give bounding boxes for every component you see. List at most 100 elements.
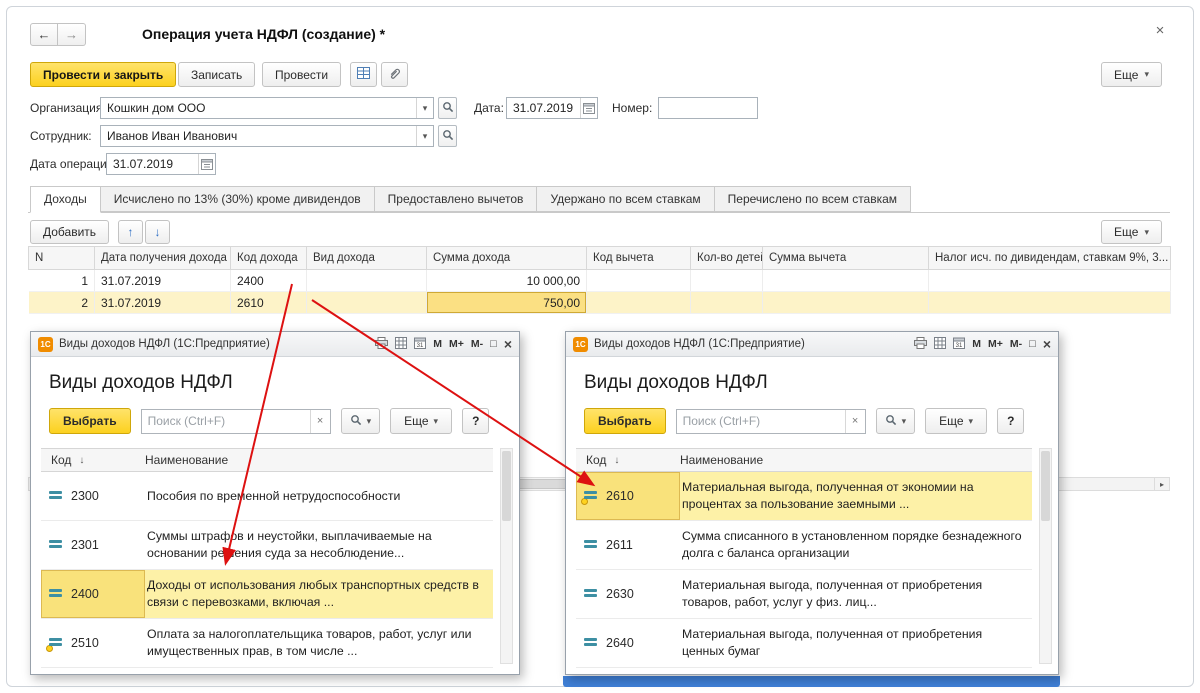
- maximize-icon[interactable]: □: [490, 338, 497, 350]
- code-cell[interactable]: 2610: [576, 472, 680, 520]
- move-down-button[interactable]: ↓: [145, 220, 170, 244]
- print-icon[interactable]: [375, 337, 388, 352]
- column-deduction-code[interactable]: Код вычета: [587, 247, 691, 270]
- popup-close-icon[interactable]: ×: [504, 336, 512, 352]
- tab-transferred-all-rates[interactable]: Перечислено по всем ставкам: [714, 186, 911, 212]
- operation-date-field[interactable]: [107, 154, 198, 174]
- popup-more-button[interactable]: Еще▾: [925, 408, 987, 434]
- cell-children-count[interactable]: [691, 270, 763, 292]
- column-children-count[interactable]: Кол-во детей: [691, 247, 763, 270]
- name-cell[interactable]: Материальная выгода, полученная от приоб…: [680, 621, 1032, 664]
- cell-income-amount[interactable]: 10 000,00: [427, 270, 587, 292]
- name-cell[interactable]: Сумма списанного в установленном порядке…: [680, 523, 1032, 566]
- attachment-icon-button[interactable]: [381, 62, 408, 87]
- list-item[interactable]: 2300 Пособия по временной нетрудоспособн…: [41, 472, 493, 521]
- vertical-scrollbar[interactable]: [1039, 448, 1052, 664]
- memory-m-plus-button[interactable]: M+: [988, 338, 1003, 350]
- column-name-header[interactable]: Наименование: [680, 453, 763, 467]
- name-cell[interactable]: Оплата за налогоплательщика товаров, раб…: [145, 621, 493, 664]
- employee-field[interactable]: [101, 126, 416, 146]
- cell-income-kind[interactable]: [307, 270, 427, 292]
- code-cell[interactable]: 2300: [41, 472, 145, 520]
- help-button[interactable]: ?: [997, 408, 1024, 434]
- popup-more-button[interactable]: Еще▾: [390, 408, 452, 434]
- cell-dividend-tax[interactable]: [929, 270, 1171, 292]
- code-cell[interactable]: 2510: [41, 619, 145, 667]
- column-income-amount[interactable]: Сумма дохода: [427, 247, 587, 270]
- popup-titlebar[interactable]: 1С Виды доходов НДФЛ (1С:Предприятие) 31…: [566, 332, 1058, 357]
- code-cell[interactable]: 2640: [576, 619, 680, 667]
- post-button[interactable]: Провести: [262, 62, 341, 87]
- tab-withheld-all-rates[interactable]: Удержано по всем ставкам: [536, 186, 714, 212]
- cell-income-date[interactable]: 31.07.2019: [95, 270, 231, 292]
- cell-n[interactable]: 2: [29, 292, 95, 314]
- date-field[interactable]: [507, 98, 580, 118]
- forward-button[interactable]: →: [58, 23, 86, 46]
- number-input[interactable]: [658, 97, 758, 119]
- operation-date-input[interactable]: [106, 153, 216, 175]
- calendar-31-icon[interactable]: 31: [414, 337, 426, 352]
- tab-income[interactable]: Доходы: [30, 186, 101, 213]
- cell-income-code[interactable]: 2400: [231, 270, 307, 292]
- cell-children-count[interactable]: [691, 292, 763, 314]
- list-item[interactable]: 2611 Сумма списанного в установленном по…: [576, 521, 1032, 570]
- scrollbar-thumb[interactable]: [1041, 451, 1050, 521]
- table-icon[interactable]: [934, 337, 946, 352]
- toolbar-more-button[interactable]: Еще▾: [1101, 62, 1162, 87]
- help-button[interactable]: ?: [462, 408, 489, 434]
- memory-m-button[interactable]: M: [433, 338, 442, 350]
- add-button[interactable]: Добавить: [30, 220, 109, 244]
- name-cell[interactable]: Пособия по временной нетрудоспособности: [145, 483, 493, 510]
- organization-field[interactable]: [101, 98, 416, 118]
- column-dividend-tax[interactable]: Налог исч. по дивидендам, ставкам 9%, 3.…: [929, 247, 1171, 270]
- table-icon[interactable]: [395, 337, 407, 352]
- table-row[interactable]: 1 31.07.2019 2400 10 000,00: [29, 270, 1171, 292]
- column-code-header[interactable]: Код↓: [576, 453, 680, 467]
- select-button[interactable]: Выбрать: [49, 408, 131, 434]
- scrollbar-thumb[interactable]: [502, 451, 511, 521]
- post-and-close-button[interactable]: Провести и закрыть: [30, 62, 176, 87]
- calendar-31-icon[interactable]: 31: [953, 337, 965, 352]
- name-cell[interactable]: Суммы штрафов и неустойки, выплачиваемые…: [145, 523, 493, 566]
- cell-income-amount-selected[interactable]: 750,00: [427, 292, 587, 314]
- memory-m-minus-button[interactable]: M-: [471, 338, 483, 350]
- date-input[interactable]: [506, 97, 598, 119]
- calendar-icon[interactable]: [198, 154, 215, 174]
- column-income-date[interactable]: Дата получения дохода: [95, 247, 231, 270]
- cell-deduction-amount[interactable]: [763, 292, 929, 314]
- print-icon[interactable]: [914, 337, 927, 352]
- list-item[interactable]: 2301 Суммы штрафов и неустойки, выплачив…: [41, 521, 493, 570]
- grid-more-button[interactable]: Еще▾: [1101, 220, 1162, 244]
- vertical-scrollbar[interactable]: [500, 448, 513, 664]
- name-cell[interactable]: Материальная выгода, полученная от эконо…: [680, 474, 1032, 517]
- cell-n[interactable]: 1: [29, 270, 95, 292]
- select-button[interactable]: Выбрать: [584, 408, 666, 434]
- cell-deduction-code[interactable]: [587, 270, 691, 292]
- memory-m-plus-button[interactable]: M+: [449, 338, 464, 350]
- clear-search-icon[interactable]: ×: [845, 410, 865, 433]
- cell-deduction-code[interactable]: [587, 292, 691, 314]
- employee-input[interactable]: ▾: [100, 125, 434, 147]
- search-input[interactable]: [677, 410, 845, 433]
- code-cell[interactable]: 2301: [41, 521, 145, 569]
- back-button[interactable]: ←: [30, 23, 58, 46]
- window-close-icon[interactable]: ×: [1150, 20, 1170, 40]
- cell-income-kind[interactable]: [307, 292, 427, 314]
- table-row[interactable]: 2 31.07.2019 2610 750,00: [29, 292, 1171, 314]
- column-n[interactable]: N: [29, 247, 95, 270]
- column-deduction-amount[interactable]: Сумма вычета: [763, 247, 929, 270]
- list-item[interactable]: 2640 Материальная выгода, полученная от …: [576, 619, 1032, 668]
- tab-calculated-13-30[interactable]: Исчислено по 13% (30%) кроме дивидендов: [100, 186, 375, 212]
- column-code-header[interactable]: Код↓: [41, 453, 145, 467]
- list-item[interactable]: 2510 Оплата за налогоплательщика товаров…: [41, 619, 493, 668]
- list-item-selected[interactable]: 2610 Материальная выгода, полученная от …: [576, 472, 1032, 521]
- number-field[interactable]: [659, 98, 757, 118]
- search-box[interactable]: ×: [676, 409, 866, 434]
- cell-income-code[interactable]: 2610: [231, 292, 307, 314]
- name-cell[interactable]: Материальная выгода, полученная от приоб…: [680, 572, 1032, 615]
- column-name-header[interactable]: Наименование: [145, 453, 228, 467]
- popup-close-icon[interactable]: ×: [1043, 336, 1051, 352]
- search-input[interactable]: [142, 410, 310, 433]
- list-item[interactable]: 2630 Материальная выгода, полученная от …: [576, 570, 1032, 619]
- scroll-right-icon[interactable]: ▸: [1154, 478, 1169, 490]
